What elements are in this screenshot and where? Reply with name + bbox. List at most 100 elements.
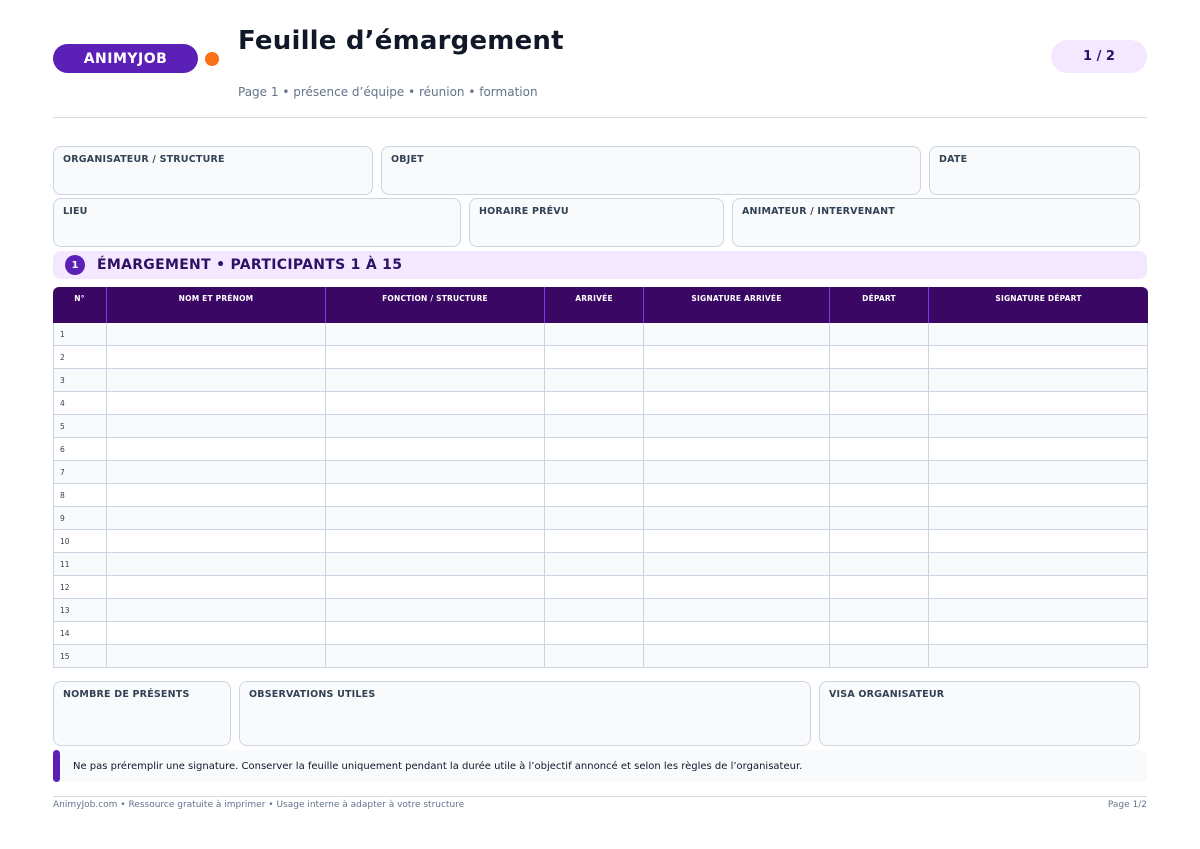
- depart-cell[interactable]: [830, 530, 929, 553]
- signature-depart-cell[interactable]: [929, 323, 1148, 346]
- depart-cell[interactable]: [830, 346, 929, 369]
- signature-depart-cell[interactable]: [929, 484, 1148, 507]
- depart-cell[interactable]: [830, 576, 929, 599]
- date-field[interactable]: DATE: [929, 146, 1140, 195]
- visa-organisateur-field[interactable]: VISA ORGANISATEUR: [819, 681, 1140, 746]
- nom-cell[interactable]: [107, 323, 326, 346]
- fonction-cell[interactable]: [326, 645, 545, 668]
- signature-arrivee-cell[interactable]: [644, 323, 830, 346]
- fonction-cell[interactable]: [326, 576, 545, 599]
- fonction-cell[interactable]: [326, 369, 545, 392]
- nom-cell[interactable]: [107, 461, 326, 484]
- fonction-cell[interactable]: [326, 346, 545, 369]
- nom-cell[interactable]: [107, 599, 326, 622]
- fonction-cell[interactable]: [326, 599, 545, 622]
- depart-cell[interactable]: [830, 369, 929, 392]
- arrivee-cell[interactable]: [545, 438, 644, 461]
- signature-depart-cell[interactable]: [929, 415, 1148, 438]
- arrivee-cell[interactable]: [545, 346, 644, 369]
- horaire-field[interactable]: HORAIRE PRÉVU: [469, 198, 724, 247]
- nom-cell[interactable]: [107, 576, 326, 599]
- table-row: 5: [53, 415, 1148, 438]
- fonction-cell[interactable]: [326, 553, 545, 576]
- signature-arrivee-cell[interactable]: [644, 392, 830, 415]
- signature-arrivee-cell[interactable]: [644, 622, 830, 645]
- nom-cell[interactable]: [107, 392, 326, 415]
- nom-cell[interactable]: [107, 507, 326, 530]
- depart-cell[interactable]: [830, 553, 929, 576]
- fonction-cell[interactable]: [326, 323, 545, 346]
- nom-cell[interactable]: [107, 484, 326, 507]
- signature-arrivee-cell[interactable]: [644, 415, 830, 438]
- nom-cell[interactable]: [107, 645, 326, 668]
- lieu-field[interactable]: LIEU: [53, 198, 461, 247]
- arrivee-cell[interactable]: [545, 415, 644, 438]
- signature-depart-cell[interactable]: [929, 576, 1148, 599]
- nom-cell[interactable]: [107, 346, 326, 369]
- organisateur-field[interactable]: ORGANISATEUR / STRUCTURE: [53, 146, 373, 195]
- depart-cell[interactable]: [830, 438, 929, 461]
- arrivee-cell[interactable]: [545, 576, 644, 599]
- fonction-cell[interactable]: [326, 415, 545, 438]
- signature-depart-cell[interactable]: [929, 553, 1148, 576]
- depart-cell[interactable]: [830, 599, 929, 622]
- signature-arrivee-cell[interactable]: [644, 530, 830, 553]
- signature-arrivee-cell[interactable]: [644, 438, 830, 461]
- arrivee-cell[interactable]: [545, 392, 644, 415]
- depart-cell[interactable]: [830, 622, 929, 645]
- depart-cell[interactable]: [830, 392, 929, 415]
- signature-arrivee-cell[interactable]: [644, 369, 830, 392]
- fonction-cell[interactable]: [326, 530, 545, 553]
- observations-field[interactable]: OBSERVATIONS UTILES: [239, 681, 811, 746]
- nombre-presents-field[interactable]: NOMBRE DE PRÉSENTS: [53, 681, 231, 746]
- depart-cell[interactable]: [830, 484, 929, 507]
- signature-depart-cell[interactable]: [929, 346, 1148, 369]
- signature-depart-cell[interactable]: [929, 622, 1148, 645]
- signature-depart-cell[interactable]: [929, 507, 1148, 530]
- signature-depart-cell[interactable]: [929, 438, 1148, 461]
- arrivee-cell[interactable]: [545, 530, 644, 553]
- signature-arrivee-cell[interactable]: [644, 507, 830, 530]
- depart-cell[interactable]: [830, 645, 929, 668]
- signature-arrivee-cell[interactable]: [644, 461, 830, 484]
- depart-cell[interactable]: [830, 323, 929, 346]
- nom-cell[interactable]: [107, 622, 326, 645]
- fonction-cell[interactable]: [326, 622, 545, 645]
- arrivee-cell[interactable]: [545, 553, 644, 576]
- fonction-cell[interactable]: [326, 461, 545, 484]
- signature-depart-cell[interactable]: [929, 461, 1148, 484]
- signature-depart-cell[interactable]: [929, 599, 1148, 622]
- depart-cell[interactable]: [830, 415, 929, 438]
- nom-cell[interactable]: [107, 415, 326, 438]
- signature-arrivee-cell[interactable]: [644, 599, 830, 622]
- depart-cell[interactable]: [830, 461, 929, 484]
- arrivee-cell[interactable]: [545, 323, 644, 346]
- signature-depart-cell[interactable]: [929, 645, 1148, 668]
- arrivee-cell[interactable]: [545, 599, 644, 622]
- signature-arrivee-cell[interactable]: [644, 346, 830, 369]
- depart-cell[interactable]: [830, 507, 929, 530]
- arrivee-cell[interactable]: [545, 507, 644, 530]
- arrivee-cell[interactable]: [545, 461, 644, 484]
- fonction-cell[interactable]: [326, 484, 545, 507]
- nom-cell[interactable]: [107, 369, 326, 392]
- nom-cell[interactable]: [107, 438, 326, 461]
- signature-depart-cell[interactable]: [929, 369, 1148, 392]
- nom-cell[interactable]: [107, 553, 326, 576]
- arrivee-cell[interactable]: [545, 484, 644, 507]
- nom-cell[interactable]: [107, 530, 326, 553]
- animateur-field[interactable]: ANIMATEUR / INTERVENANT: [732, 198, 1140, 247]
- signature-depart-cell[interactable]: [929, 530, 1148, 553]
- signature-arrivee-cell[interactable]: [644, 484, 830, 507]
- signature-arrivee-cell[interactable]: [644, 645, 830, 668]
- arrivee-cell[interactable]: [545, 369, 644, 392]
- fonction-cell[interactable]: [326, 438, 545, 461]
- objet-field[interactable]: OBJET: [381, 146, 921, 195]
- fonction-cell[interactable]: [326, 507, 545, 530]
- fonction-cell[interactable]: [326, 392, 545, 415]
- arrivee-cell[interactable]: [545, 645, 644, 668]
- signature-arrivee-cell[interactable]: [644, 553, 830, 576]
- signature-arrivee-cell[interactable]: [644, 576, 830, 599]
- arrivee-cell[interactable]: [545, 622, 644, 645]
- signature-depart-cell[interactable]: [929, 392, 1148, 415]
